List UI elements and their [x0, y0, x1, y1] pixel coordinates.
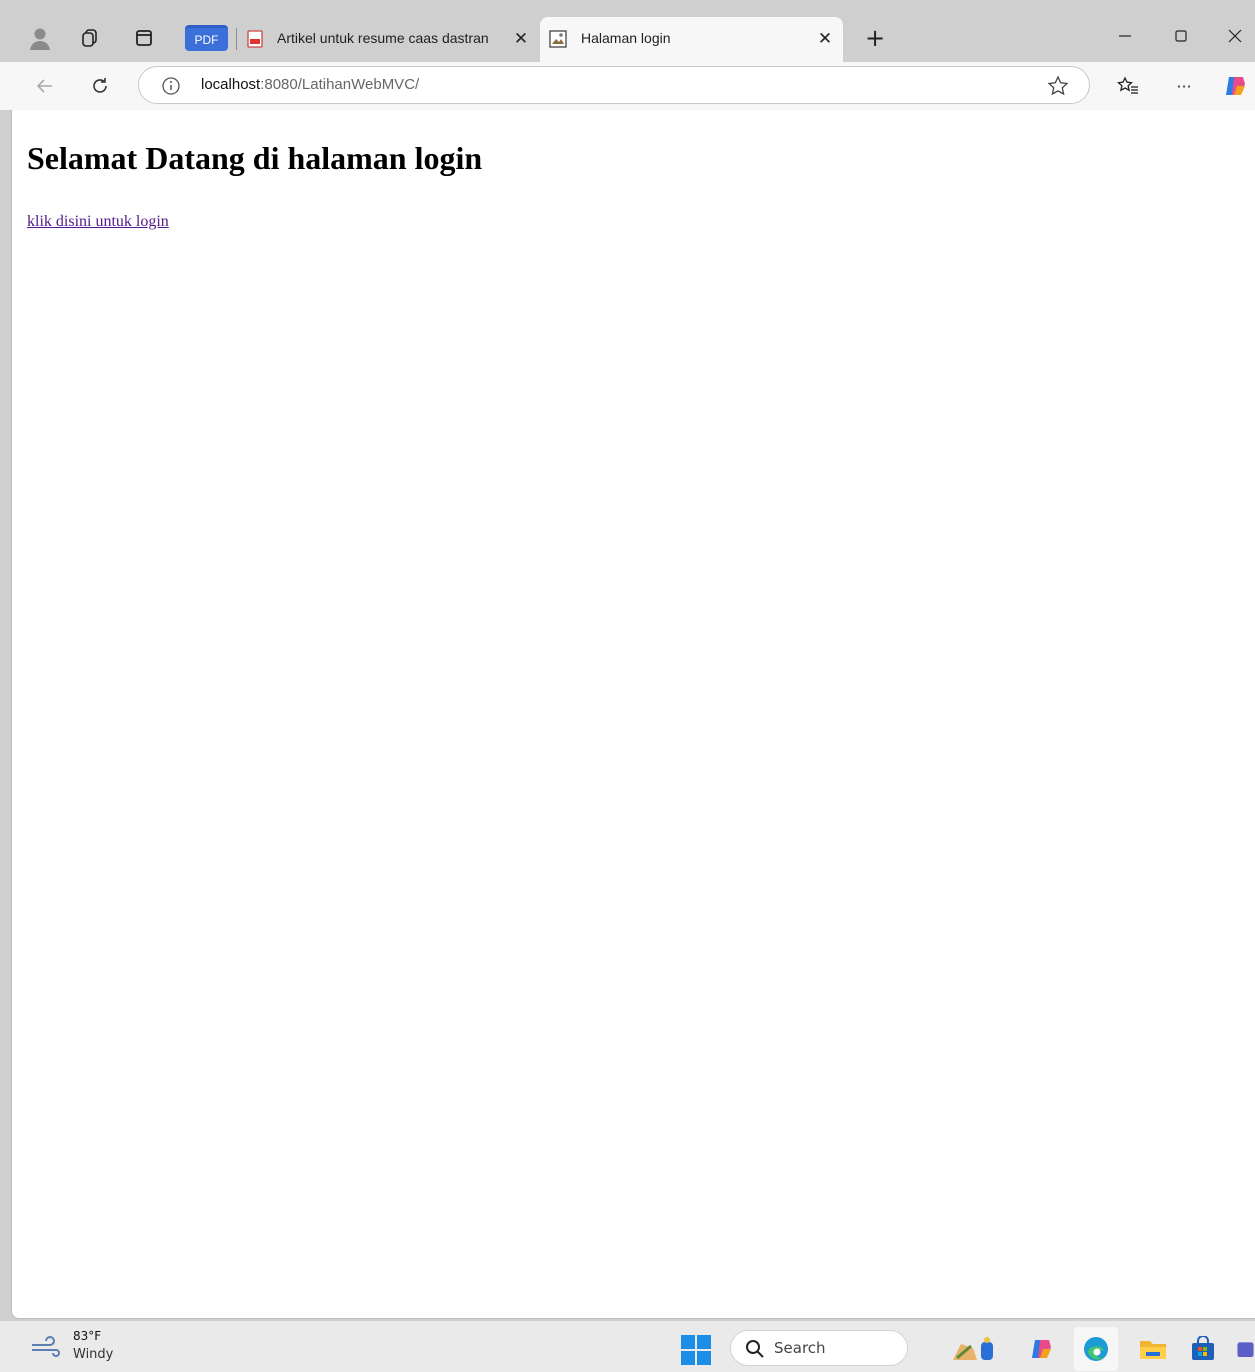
vertical-tabs-icon[interactable] [130, 24, 158, 52]
windows-taskbar: 83°F Windy Search [0, 1320, 1255, 1372]
search-icon [746, 1340, 764, 1358]
workspaces-icon[interactable] [76, 24, 104, 52]
browser-toolbar: localhost:8080/LatihanWebMVC/ ··· [0, 62, 1255, 110]
info-icon[interactable] [161, 76, 181, 96]
favorites-list-icon[interactable] [1113, 71, 1143, 101]
page-viewport: Selamat Datang di halaman login klik dis… [11, 110, 1255, 1319]
tab-divider [236, 28, 237, 50]
refresh-icon[interactable] [85, 71, 115, 101]
url-host: localhost [201, 76, 261, 93]
file-explorer-icon[interactable] [1137, 1333, 1169, 1365]
tab-artikel[interactable]: Artikel untuk resume caas dastran ✕ [240, 17, 538, 62]
close-tab-icon[interactable]: ✕ [814, 28, 836, 50]
tab-title: Halaman login [581, 30, 671, 46]
url-text: localhost:8080/LatihanWebMVC/ [201, 76, 419, 93]
search-placeholder: Search [774, 1339, 826, 1357]
close-window-icon[interactable] [1210, 20, 1255, 52]
back-arrow-icon[interactable] [30, 71, 60, 101]
profile-avatar-icon[interactable] [26, 24, 54, 52]
tab-title: Artikel untuk resume caas dastran [277, 30, 489, 46]
url-path: :8080/LatihanWebMVC/ [260, 76, 420, 93]
pdf-file-icon [247, 30, 263, 48]
copilot-app-icon[interactable] [1025, 1333, 1057, 1365]
login-link[interactable]: klik disini untuk login [27, 213, 169, 231]
edge-browser-icon[interactable] [1074, 1327, 1118, 1371]
widgets-app-icon[interactable] [948, 1333, 1008, 1365]
wind-weather-icon[interactable] [30, 1335, 62, 1359]
minimize-icon[interactable] [1100, 20, 1150, 52]
microsoft-store-icon[interactable] [1187, 1333, 1219, 1365]
close-tab-icon[interactable]: ✕ [510, 28, 532, 50]
address-bar[interactable]: localhost:8080/LatihanWebMVC/ [138, 66, 1090, 104]
taskbar-search[interactable]: Search [730, 1330, 908, 1366]
pdf-tab-group[interactable]: PDF [185, 25, 228, 51]
favorite-star-icon[interactable] [1047, 75, 1069, 97]
more-options-icon[interactable]: ··· [1169, 71, 1199, 101]
tab-halaman-login[interactable]: Halaman login ✕ [540, 17, 843, 62]
start-windows-icon[interactable] [681, 1335, 711, 1365]
taskbar-app-partial-icon[interactable] [1236, 1333, 1255, 1365]
page-favicon-icon [549, 30, 567, 48]
weather-temperature[interactable]: 83°F [73, 1329, 101, 1343]
tab-strip: PDF Artikel untuk resume caas dastran ✕ … [0, 0, 1255, 62]
page-title: Selamat Datang di halaman login [27, 140, 483, 176]
weather-condition[interactable]: Windy [73, 1347, 113, 1362]
maximize-icon[interactable] [1156, 20, 1206, 52]
copilot-icon[interactable] [1220, 71, 1250, 101]
new-tab-plus-icon[interactable]: + [861, 24, 889, 52]
